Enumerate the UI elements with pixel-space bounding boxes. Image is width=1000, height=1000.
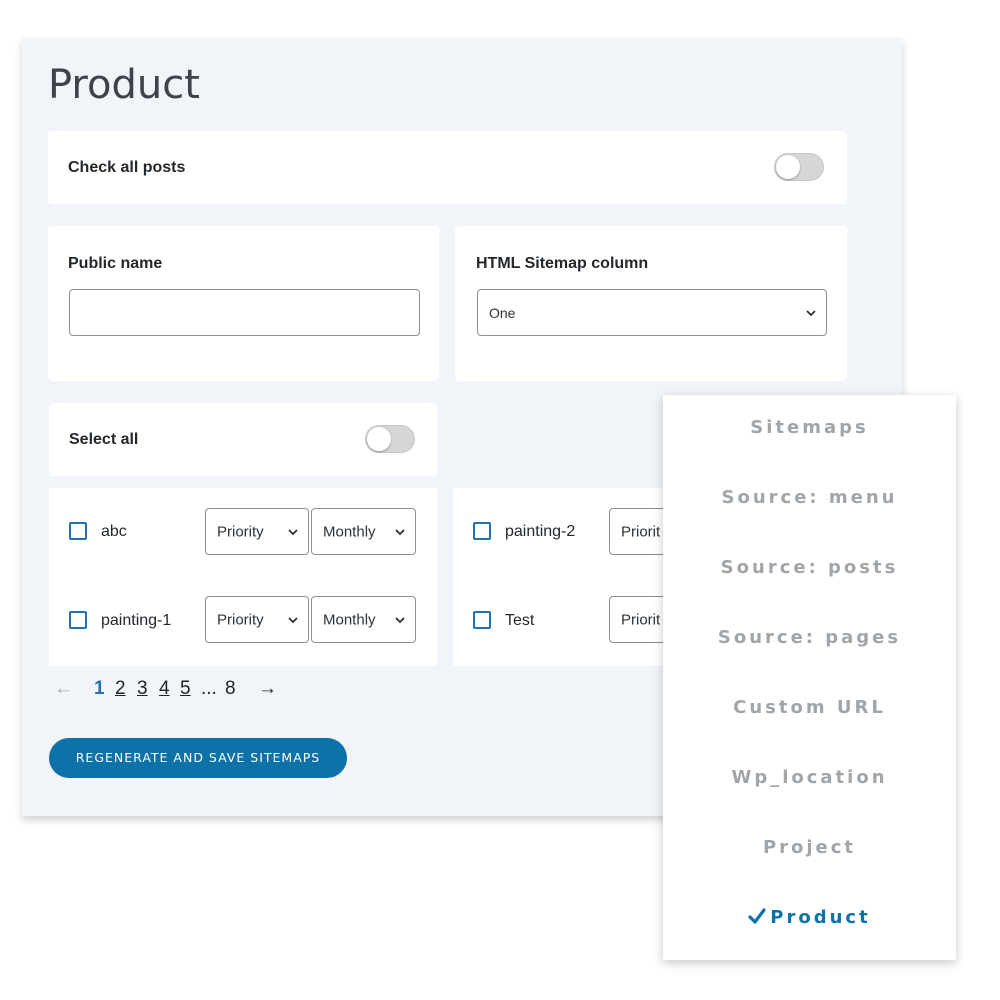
select-all-label: Select all: [69, 431, 139, 448]
check-all-label: Check all posts: [68, 159, 186, 176]
sitemap-source-menu: Sitemaps Source: menu Source: posts Sour…: [663, 395, 956, 960]
priority-select[interactable]: Priority: [205, 508, 309, 555]
sitemap-column-select[interactable]: One: [477, 289, 827, 336]
chevron-down-icon: [288, 616, 298, 623]
post-name: painting-1: [101, 612, 172, 629]
chevron-down-icon: [395, 528, 405, 535]
frequency-value: Monthly: [323, 523, 376, 540]
select-all-toggle[interactable]: [365, 425, 415, 453]
priority-value: Priority: [217, 523, 264, 540]
regenerate-save-button[interactable]: REGENERATE AND SAVE SITEMAPS: [49, 738, 347, 778]
priority-value: Priority: [217, 611, 264, 628]
post-name: abc: [101, 523, 127, 540]
chevron-down-icon: [288, 528, 298, 535]
public-name-input[interactable]: [69, 289, 420, 336]
check-all-card: Check all posts: [48, 131, 847, 204]
public-name-card: Public name: [48, 226, 439, 381]
page-link-4[interactable]: 4: [159, 678, 170, 700]
page-link-5[interactable]: 5: [180, 678, 191, 700]
page-link-3[interactable]: 3: [137, 678, 148, 700]
current-page: 1: [94, 678, 105, 699]
priority-value: Priorit: [621, 523, 661, 540]
sitemap-column-value: One: [489, 304, 516, 321]
priority-select[interactable]: Priority: [205, 596, 309, 643]
prev-page-arrow[interactable]: ←: [54, 678, 73, 700]
checkmark-icon: [748, 908, 766, 924]
sitemap-column-card: HTML Sitemap column One: [455, 226, 847, 381]
public-name-label: Public name: [68, 255, 163, 272]
next-page-arrow[interactable]: →: [258, 678, 277, 700]
menu-item-custom-url[interactable]: Custom URL: [663, 697, 956, 718]
menu-item-source-pages[interactable]: Source: pages: [663, 627, 956, 648]
menu-item-label: Product: [770, 907, 871, 928]
menu-item-product[interactable]: Product: [663, 907, 956, 928]
post-name: Test: [505, 612, 535, 629]
frequency-select[interactable]: Monthly: [311, 508, 416, 555]
page-title: Product: [48, 62, 200, 108]
post-name: painting-2: [505, 523, 576, 540]
menu-item-project[interactable]: Project: [663, 837, 956, 858]
select-all-card: Select all: [49, 403, 437, 476]
post-checkbox-test[interactable]: [473, 611, 491, 629]
posts-column-left: abc Priority Monthly painting-1 Priority…: [49, 488, 437, 666]
menu-item-wp-location[interactable]: Wp_location: [663, 767, 956, 788]
page-link-last[interactable]: 8: [225, 678, 236, 700]
sitemap-column-label: HTML Sitemap column: [476, 255, 649, 272]
frequency-select[interactable]: Monthly: [311, 596, 416, 643]
toggle-knob: [776, 155, 800, 179]
page-ellipsis: ...: [201, 678, 217, 699]
frequency-value: Monthly: [323, 611, 376, 628]
menu-item-sitemaps[interactable]: Sitemaps: [663, 417, 956, 438]
post-checkbox-painting-1[interactable]: [69, 611, 87, 629]
post-checkbox-abc[interactable]: [69, 522, 87, 540]
chevron-down-icon: [806, 309, 816, 316]
chevron-down-icon: [395, 616, 405, 623]
menu-item-source-menu[interactable]: Source: menu: [663, 487, 956, 508]
check-all-toggle[interactable]: [774, 153, 824, 181]
page-link-2[interactable]: 2: [115, 678, 126, 700]
toggle-knob: [367, 427, 391, 451]
menu-item-source-posts[interactable]: Source: posts: [663, 557, 956, 578]
priority-value: Priorit: [621, 611, 661, 628]
post-checkbox-painting-2[interactable]: [473, 522, 491, 540]
